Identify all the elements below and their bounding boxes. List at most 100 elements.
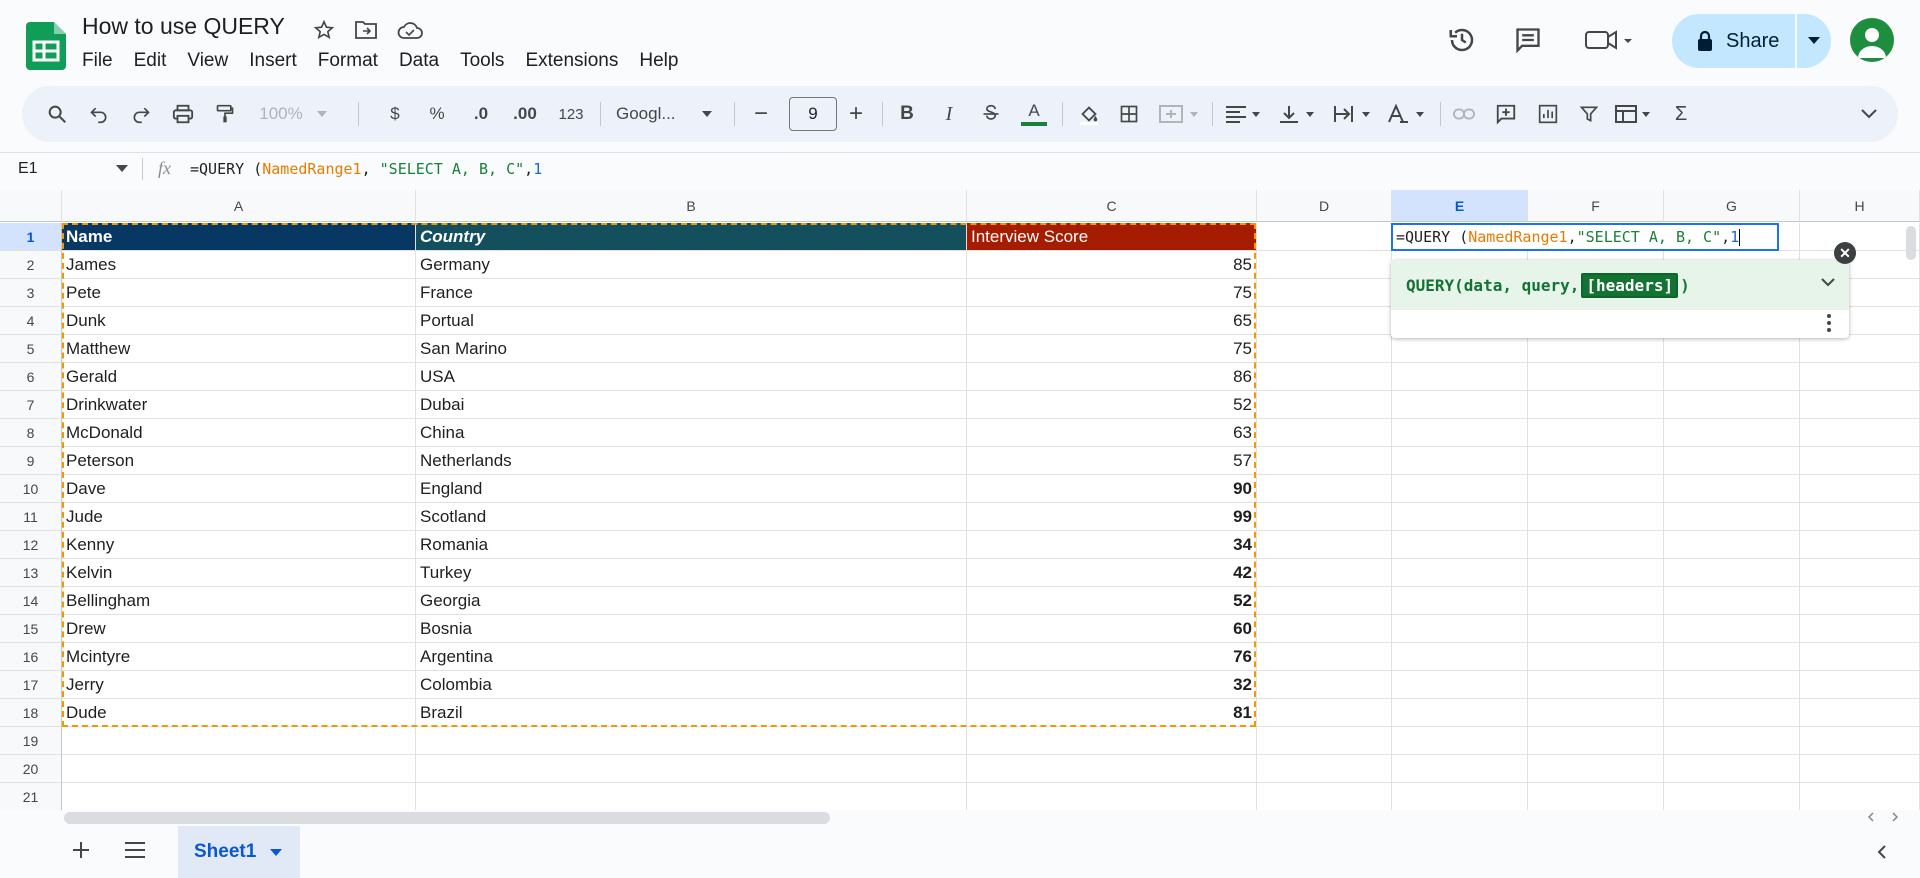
cell-c14[interactable]: 52 [967, 587, 1257, 615]
active-cell-editor[interactable]: =QUERY (NamedRange1, "SELECT A, B, C", 1 [1391, 223, 1779, 251]
cell-h10[interactable] [1800, 475, 1920, 503]
row-header-1[interactable]: 1 [0, 223, 62, 251]
cell-a2[interactable]: James [62, 251, 416, 279]
cell-f14[interactable] [1528, 587, 1664, 615]
menu-tools[interactable]: Tools [460, 48, 514, 74]
filter-views-icon[interactable] [1612, 98, 1658, 130]
cell-c8[interactable]: 63 [967, 419, 1257, 447]
undo-icon[interactable] [84, 98, 114, 130]
more-options-icon[interactable] [1827, 314, 1831, 332]
row-header-11[interactable]: 11 [0, 503, 62, 531]
row-header-20[interactable]: 20 [0, 755, 62, 783]
text-rotation-icon[interactable] [1384, 98, 1430, 130]
share-dropdown-button[interactable] [1795, 14, 1831, 68]
cell-b1[interactable]: Country [416, 223, 967, 251]
cell-c1[interactable]: Interview Score [967, 223, 1257, 251]
cell-d2[interactable] [1257, 251, 1392, 279]
cell-b15[interactable]: Bosnia [416, 615, 967, 643]
account-avatar[interactable] [1850, 18, 1894, 62]
cell-g10[interactable] [1664, 475, 1800, 503]
cell-g8[interactable] [1664, 419, 1800, 447]
meet-icon[interactable] [1582, 22, 1636, 58]
menu-edit[interactable]: Edit [134, 48, 177, 74]
row-header-15[interactable]: 15 [0, 615, 62, 643]
cell-g20[interactable] [1664, 755, 1800, 783]
merge-cells-icon[interactable] [1156, 98, 1202, 130]
cell-d17[interactable] [1257, 671, 1392, 699]
cell-a15[interactable]: Drew [62, 615, 416, 643]
cell-b6[interactable]: USA [416, 363, 967, 391]
menu-data[interactable]: Data [399, 48, 449, 74]
cell-c18[interactable]: 81 [967, 699, 1257, 727]
cell-e19[interactable] [1392, 727, 1528, 755]
cell-g9[interactable] [1664, 447, 1800, 475]
cell-d11[interactable] [1257, 503, 1392, 531]
cell-h14[interactable] [1800, 587, 1920, 615]
cell-d6[interactable] [1257, 363, 1392, 391]
row-header-7[interactable]: 7 [0, 391, 62, 419]
cell-d9[interactable] [1257, 447, 1392, 475]
scroll-right-icon[interactable] [1890, 812, 1900, 822]
cell-d8[interactable] [1257, 419, 1392, 447]
cell-a11[interactable]: Jude [62, 503, 416, 531]
cell-b16[interactable]: Argentina [416, 643, 967, 671]
cell-g14[interactable] [1664, 587, 1800, 615]
cell-h20[interactable] [1800, 755, 1920, 783]
menu-view[interactable]: View [187, 48, 238, 74]
menu-format[interactable]: Format [318, 48, 388, 74]
cell-c3[interactable]: 75 [967, 279, 1257, 307]
more-formats-button[interactable]: 123 [554, 98, 588, 130]
cell-a1[interactable]: Name [62, 223, 416, 251]
cell-a10[interactable]: Dave [62, 475, 416, 503]
cell-b9[interactable]: Netherlands [416, 447, 967, 475]
comments-icon[interactable] [1510, 22, 1546, 58]
row-header-6[interactable]: 6 [0, 363, 62, 391]
cell-f12[interactable] [1528, 531, 1664, 559]
cell-b14[interactable]: Georgia [416, 587, 967, 615]
cell-b12[interactable]: Romania [416, 531, 967, 559]
cell-b20[interactable] [416, 755, 967, 783]
cell-a18[interactable]: Dude [62, 699, 416, 727]
cell-h5[interactable] [1800, 335, 1920, 363]
cell-e12[interactable] [1392, 531, 1528, 559]
cell-e18[interactable] [1392, 699, 1528, 727]
column-header-e[interactable]: E [1392, 190, 1528, 222]
cell-f17[interactable] [1528, 671, 1664, 699]
zoom-select[interactable]: 100% [258, 98, 328, 130]
cell-h9[interactable] [1800, 447, 1920, 475]
cell-c13[interactable]: 42 [967, 559, 1257, 587]
cell-f10[interactable] [1528, 475, 1664, 503]
row-header-17[interactable]: 17 [0, 671, 62, 699]
cell-b4[interactable]: Portual [416, 307, 967, 335]
cell-a3[interactable]: Pete [62, 279, 416, 307]
cell-b19[interactable] [416, 727, 967, 755]
row-header-13[interactable]: 13 [0, 559, 62, 587]
increase-decimal-button[interactable]: .00 [508, 98, 542, 130]
sheet-tab-sheet1[interactable]: Sheet1 [178, 826, 300, 878]
cell-b18[interactable]: Brazil [416, 699, 967, 727]
formula-input[interactable]: =QUERY (NamedRange1, "SELECT A, B, C",1 [190, 160, 542, 178]
cell-e16[interactable] [1392, 643, 1528, 671]
cell-d1[interactable] [1257, 223, 1392, 251]
name-box[interactable]: E1 [18, 160, 38, 178]
cell-d15[interactable] [1257, 615, 1392, 643]
cell-c11[interactable]: 99 [967, 503, 1257, 531]
cell-g5[interactable] [1664, 335, 1800, 363]
cell-b2[interactable]: Germany [416, 251, 967, 279]
cell-a20[interactable] [62, 755, 416, 783]
add-sheet-icon[interactable] [70, 839, 92, 861]
cell-e14[interactable] [1392, 587, 1528, 615]
column-header-c[interactable]: C [967, 190, 1257, 222]
collapse-side-panel-icon[interactable] [1876, 844, 1888, 860]
cell-b10[interactable]: England [416, 475, 967, 503]
row-header-14[interactable]: 14 [0, 587, 62, 615]
font-select[interactable]: Googl... [602, 98, 722, 130]
cell-a17[interactable]: Jerry [62, 671, 416, 699]
cell-b21[interactable] [416, 783, 967, 810]
row-header-9[interactable]: 9 [0, 447, 62, 475]
fill-color-icon[interactable] [1072, 98, 1106, 130]
cell-d12[interactable] [1257, 531, 1392, 559]
cell-g12[interactable] [1664, 531, 1800, 559]
cell-e15[interactable] [1392, 615, 1528, 643]
cell-f18[interactable] [1528, 699, 1664, 727]
